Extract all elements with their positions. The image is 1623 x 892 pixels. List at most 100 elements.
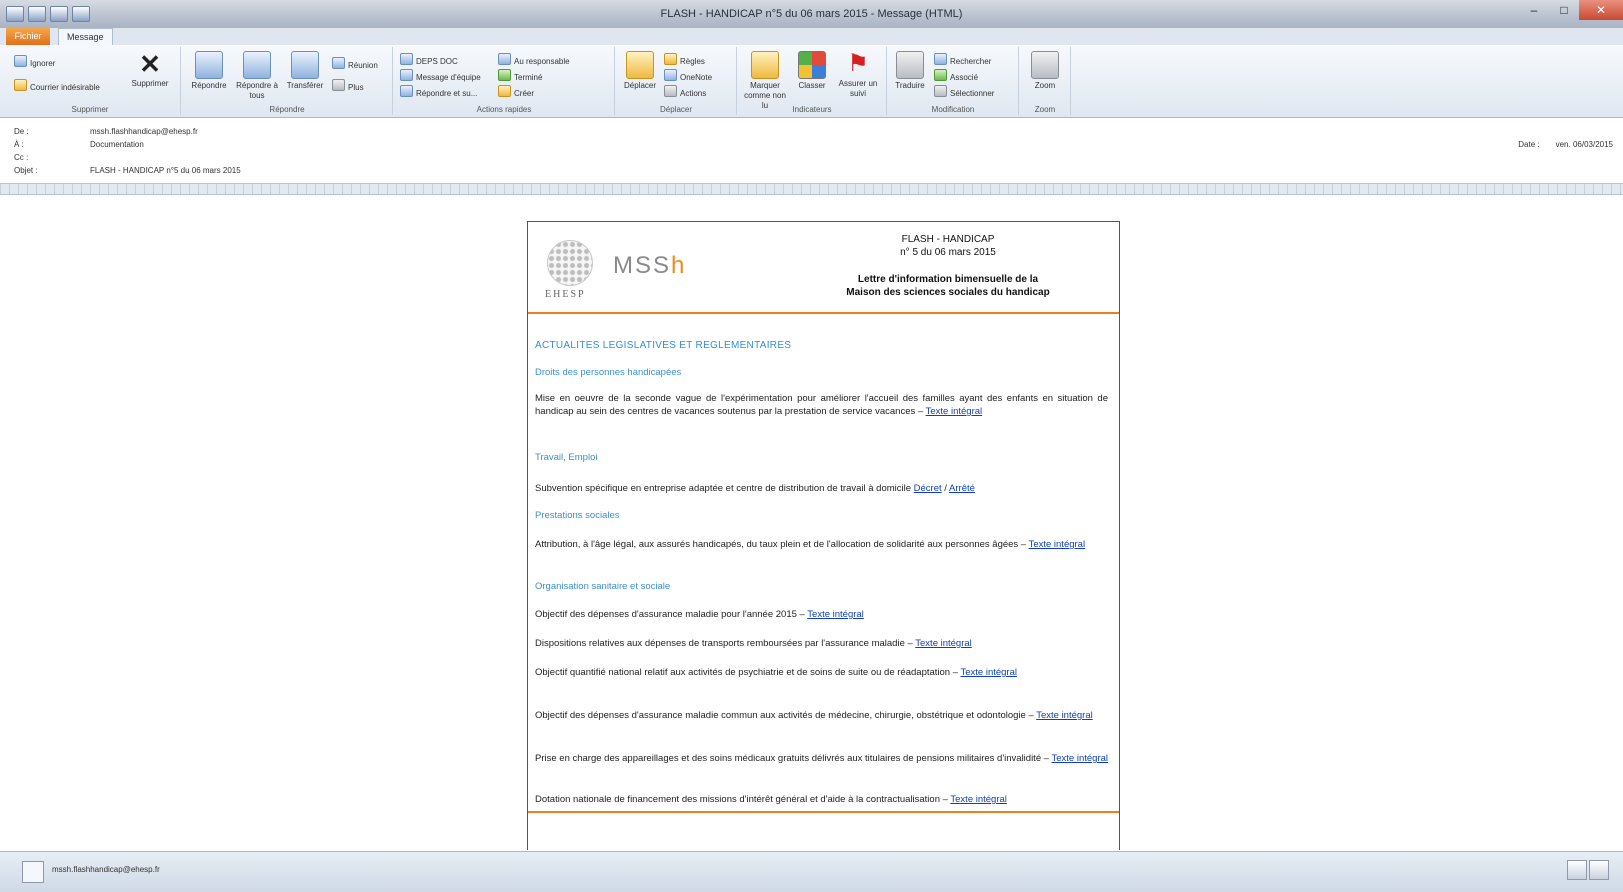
date-label: Date : [1518, 140, 1540, 149]
expand-icon[interactable] [1589, 860, 1609, 880]
junk-button[interactable]: Courrier indésirable [14, 79, 100, 93]
from-label: De : [14, 127, 29, 136]
ignore-button[interactable]: Ignorer [14, 55, 55, 69]
quickstep-done[interactable]: Terminé [498, 69, 542, 83]
group-actions-rapides: DEPS DOC Message d'équipe Répondre et su… [394, 47, 615, 115]
texte-integral-link-9[interactable]: Texte intégral [950, 794, 1007, 805]
ribbon: Ignorer Courrier indésirable ✕ Supprimer … [0, 45, 1623, 118]
group-modification: Traduire Rechercher Associé Sélectionner… [888, 47, 1019, 115]
group-zoom: Zoom Zoom [1020, 47, 1071, 115]
rules-icon [664, 53, 677, 65]
delete-button[interactable]: ✕ Supprimer [128, 51, 172, 89]
group-supprimer: Ignorer Courrier indésirable ✕ Supprimer … [0, 47, 181, 115]
newsletter-subtitle-1: Lettre d'information bimensuelle de la [857, 274, 1039, 285]
junk-icon [14, 79, 27, 91]
to-value[interactable]: Documentation [90, 138, 144, 151]
paragraph-6-text: Objectif quantifié national relatif aux … [535, 667, 961, 678]
envelope-icon [751, 51, 779, 79]
paragraph-7: Objectif des dépenses d'assurance maladi… [535, 709, 1108, 722]
newsletter-subtitle-2: Maison des sciences sociales du handicap [846, 287, 1050, 298]
newsletter-title: FLASH - HANDICAP [901, 234, 995, 245]
more-icon [332, 79, 345, 91]
texte-integral-link-1[interactable]: Texte intégral [926, 406, 983, 417]
texte-integral-link-7[interactable]: Texte intégral [1036, 710, 1093, 721]
ehesp-logo-icon [547, 240, 593, 286]
group-label-actions-rapides: Actions rapides [476, 105, 532, 114]
zoom-button[interactable]: Zoom [1026, 51, 1064, 91]
subject-value: FLASH - HANDICAP n°5 du 06 mars 2015 [90, 166, 241, 175]
reply-all-button[interactable]: Répondre à tous [234, 51, 280, 101]
ignore-icon [14, 55, 27, 67]
group-repondre: Répondre Répondre à tous Transférer Réun… [182, 47, 393, 115]
contact-card-icon[interactable] [22, 861, 44, 883]
delete-icon: ✕ [139, 49, 161, 79]
rules-button[interactable]: Règles [664, 53, 705, 67]
maximize-button[interactable]: □ [1549, 0, 1579, 20]
subhead-travail: Travail, Emploi [535, 452, 598, 463]
onenote-button[interactable]: OneNote [664, 69, 712, 83]
texte-integral-link-4[interactable]: Texte intégral [807, 609, 864, 620]
texte-integral-link-6[interactable]: Texte intégral [960, 667, 1017, 678]
paragraph-1: Mise en oeuvre de la seconde vague de l'… [535, 392, 1108, 418]
paragraph-4: Objectif des dépenses d'assurance maladi… [535, 608, 1108, 621]
translate-button[interactable]: Traduire [890, 51, 930, 91]
tab-file[interactable]: Fichier [6, 28, 50, 45]
categorize-icon [798, 51, 826, 79]
paragraph-9-text: Dotation nationale de financement des mi… [535, 794, 951, 805]
group-deplacer: Déplacer Règles OneNote Actions Déplacer [616, 47, 737, 115]
reply-icon [195, 51, 223, 79]
related-button[interactable]: Associé [934, 69, 978, 83]
to-label: À : [14, 140, 24, 149]
subject-label: Objet : [14, 166, 38, 175]
move-folder-icon [626, 51, 654, 79]
meeting-button[interactable]: Réunion [332, 57, 378, 71]
onenote-icon [664, 69, 677, 81]
mark-unread-button[interactable]: Marquer comme non lu [740, 51, 790, 111]
decret-link[interactable]: Décret [914, 483, 942, 494]
group-label-indicateurs: Indicateurs [792, 105, 832, 114]
quickstep-deps-doc[interactable]: DEPS DOC [400, 53, 458, 67]
subhead-droits: Droits des personnes handicapées [535, 367, 682, 378]
group-label-zoom: Zoom [1034, 105, 1056, 114]
flag-icon: ⚑ [847, 50, 869, 77]
checkmark-icon [498, 69, 511, 81]
texte-integral-link-8[interactable]: Texte intégral [1052, 753, 1109, 764]
group-label-supprimer: Supprimer [71, 105, 109, 114]
select-button[interactable]: Sélectionner [934, 85, 994, 99]
paragraph-9: Dotation nationale de financement des mi… [535, 793, 1108, 806]
newsletter-number: n° 5 du 06 mars 2015 [900, 247, 996, 258]
ruler [0, 183, 1623, 195]
move-button[interactable]: Déplacer [620, 51, 660, 91]
texte-integral-link-5[interactable]: Texte intégral [915, 638, 972, 649]
people-pane-icon[interactable] [1567, 860, 1587, 880]
categorize-button[interactable]: Classer [792, 51, 832, 91]
window-title: FLASH - HANDICAP n°5 du 06 mars 2015 - M… [660, 8, 963, 20]
followup-button[interactable]: ⚑ Assurer un suivi [834, 51, 882, 99]
manager-icon [498, 53, 511, 65]
arrete-link[interactable]: Arrêté [949, 483, 975, 494]
quickstep-team-email[interactable]: Message d'équipe [400, 69, 481, 83]
select-icon [934, 85, 947, 97]
related-icon [934, 69, 947, 81]
status-email[interactable]: mssh.flashhandicap@ehesp.fr [52, 865, 160, 874]
paragraph-7-text: Objectif des dépenses d'assurance maladi… [535, 710, 1037, 721]
texte-integral-link-3[interactable]: Texte intégral [1029, 539, 1086, 550]
tab-message[interactable]: Message [58, 28, 113, 46]
quickstep-to-manager[interactable]: Au responsable [498, 53, 570, 67]
minimize-button[interactable]: – [1519, 0, 1549, 20]
quickstep-create[interactable]: Créer [498, 85, 534, 99]
forward-button[interactable]: Transférer [282, 51, 328, 91]
paragraph-1-text: Mise en oeuvre de la seconde vague de l'… [535, 393, 1108, 417]
paragraph-2: Subvention spécifique en entreprise adap… [535, 482, 1108, 495]
find-button[interactable]: Rechercher [934, 53, 991, 67]
paragraph-4-text: Objectif des dépenses d'assurance maladi… [535, 609, 808, 620]
reading-pane[interactable]: EHESP MSSh FLASH - HANDICAP n° 5 du 06 m… [0, 195, 1623, 850]
mail-icon [400, 69, 413, 81]
quickstep-reply-delete[interactable]: Répondre et su... [400, 85, 477, 99]
reply-button[interactable]: Répondre [186, 51, 232, 91]
close-button[interactable]: ✕ [1579, 0, 1623, 20]
actions-button[interactable]: Actions [664, 85, 706, 99]
meeting-icon [332, 57, 345, 69]
more-button[interactable]: Plus [332, 79, 364, 93]
from-value[interactable]: mssh.flashhandicap@ehesp.fr [90, 125, 198, 138]
